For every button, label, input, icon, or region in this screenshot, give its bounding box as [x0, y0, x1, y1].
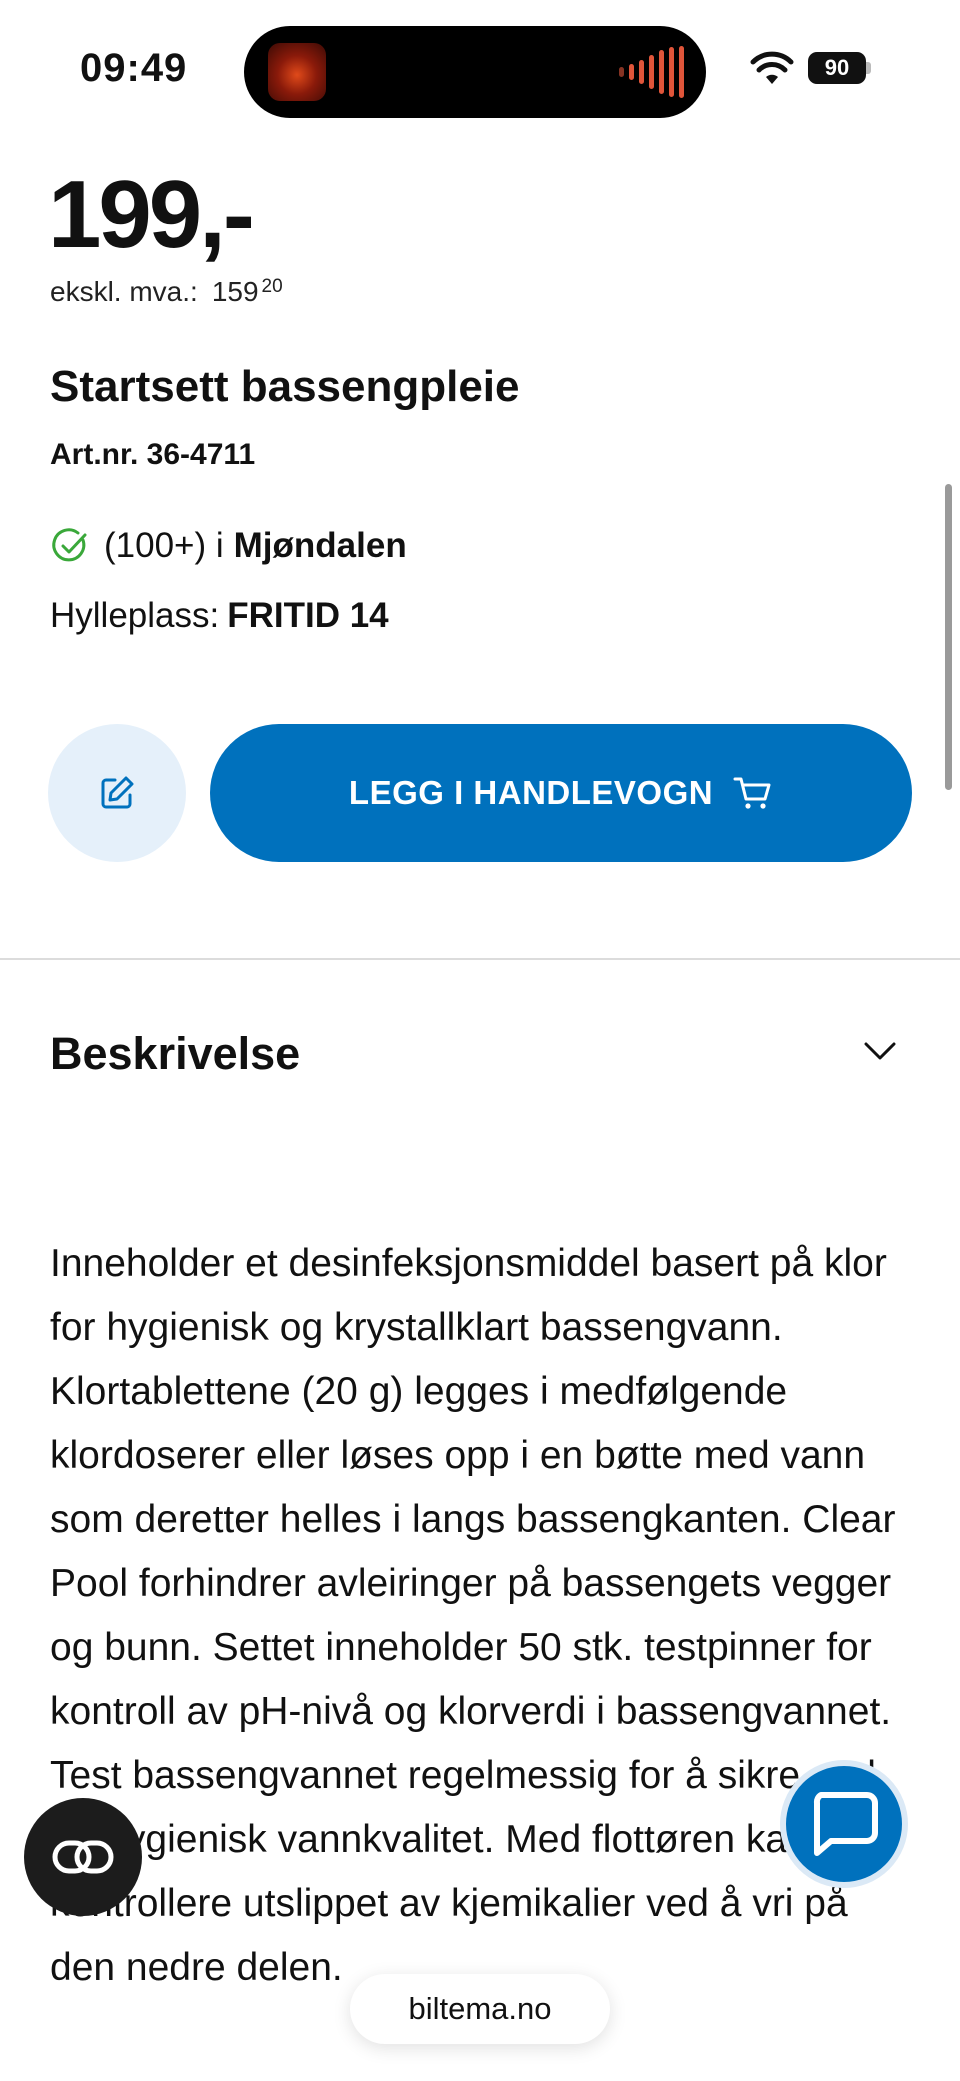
- add-note-button[interactable]: [48, 724, 186, 862]
- now-playing-thumbnail: [268, 43, 326, 101]
- description-heading[interactable]: Beskrivelse: [50, 1028, 300, 1080]
- shelf-label: Hylleplass:: [50, 596, 220, 635]
- product-title: Startsett bassengpleie: [50, 362, 520, 411]
- description-text: Inneholder et desinfeksjonsmiddel basert…: [50, 1242, 896, 1989]
- vat-decimals: 20: [261, 276, 283, 297]
- edit-note-icon: [101, 776, 134, 809]
- chevron-down-icon[interactable]: [860, 1036, 900, 1066]
- vat-label: ekskl. mva.:: [50, 276, 198, 307]
- browser-url-bar[interactable]: biltema.no: [350, 1974, 610, 2044]
- stock-status: (100+) i Mjøndalen: [50, 526, 407, 566]
- link-button[interactable]: [24, 1798, 142, 1916]
- dynamic-island[interactable]: [244, 26, 706, 118]
- add-to-cart-button[interactable]: LEGG I HANDLEVOGN: [210, 724, 912, 862]
- stock-count: (100+) i: [104, 526, 224, 565]
- shopping-cart-icon: [733, 777, 771, 809]
- shelf-value: FRITID 14: [227, 596, 389, 635]
- section-divider: [0, 958, 960, 960]
- shelf-location: Hylleplass: FRITID 14: [50, 596, 389, 636]
- vat-value: 159: [211, 276, 259, 307]
- product-price: 199,-: [48, 161, 255, 268]
- article-number: Art.nr. 36-4711: [50, 438, 256, 471]
- wifi-icon: [750, 51, 794, 84]
- stock-store[interactable]: Mjøndalen: [234, 526, 407, 566]
- chat-button[interactable]: [780, 1760, 908, 1888]
- chat-bubble-icon: [813, 1792, 878, 1856]
- status-time: 09:49: [80, 46, 188, 90]
- price-excl-vat: ekskl. mva.: 159 20: [50, 276, 283, 308]
- check-circle-icon: [52, 528, 87, 562]
- status-bar: 09:49 90: [0, 0, 960, 140]
- battery-tip: [866, 62, 871, 74]
- audio-waveform-icon: [619, 46, 684, 98]
- add-to-cart-label: LEGG I HANDLEVOGN: [348, 774, 714, 811]
- link-icon: [52, 1840, 114, 1874]
- scrollbar[interactable]: [945, 484, 952, 790]
- battery-indicator: 90: [808, 52, 866, 84]
